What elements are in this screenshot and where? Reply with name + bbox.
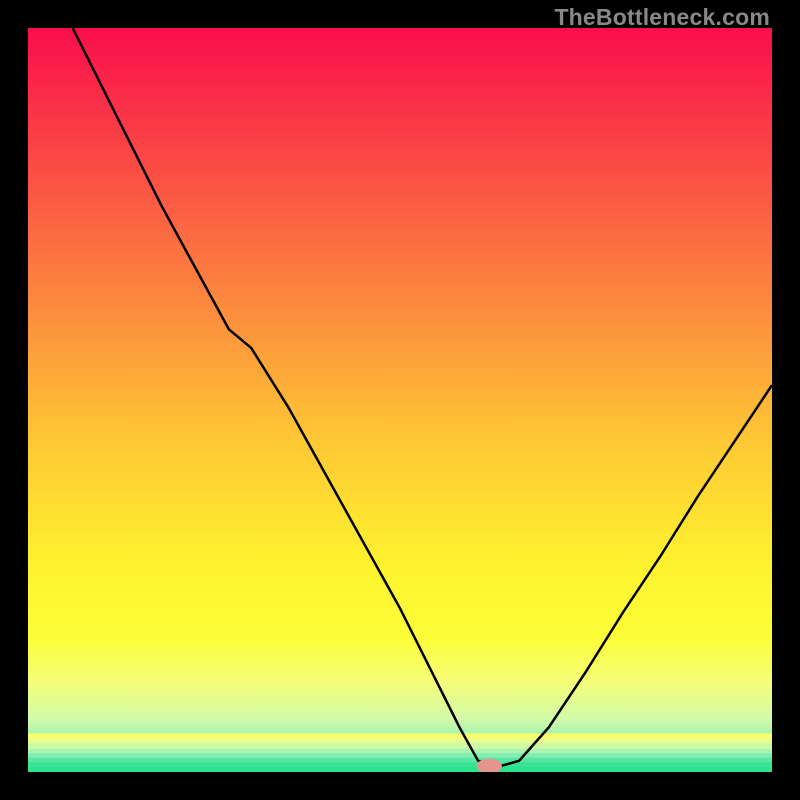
chart-frame xyxy=(28,28,772,772)
bottleneck-chart xyxy=(28,28,772,772)
gradient-background xyxy=(28,28,772,772)
bottom-gradient-stripes xyxy=(28,733,772,772)
watermark-text: TheBottleneck.com xyxy=(554,4,770,31)
